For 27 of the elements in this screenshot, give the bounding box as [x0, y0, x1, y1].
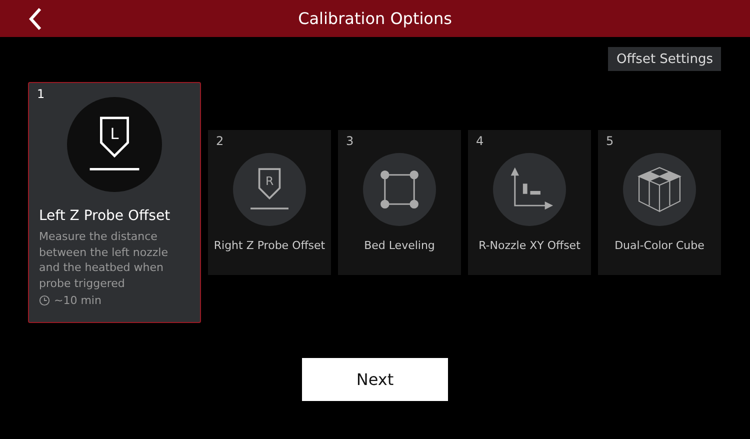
option-title: Left Z Probe Offset: [39, 208, 170, 224]
back-icon[interactable]: [28, 7, 42, 31]
screen-title: Calibration Options: [298, 9, 452, 28]
card-number: 3: [346, 134, 354, 148]
option-title: Right Z Probe Offset: [214, 239, 326, 252]
duration-text: ~10 min: [54, 294, 102, 307]
option-title: R-Nozzle XY Offset: [478, 239, 580, 252]
axes-icon: [493, 153, 566, 226]
option-card[interactable]: 3 Bed Leveling: [338, 130, 461, 275]
square-points-icon: [363, 153, 436, 226]
option-card[interactable]: 5 Dual-Color Cube: [598, 130, 721, 275]
card-number: 5: [606, 134, 614, 148]
option-card[interactable]: 1 L Left Z Probe Offset Measure the distance between the left nozzle and the heatbed when probe triggered ~10 min: [28, 82, 201, 323]
nozzle-icon: R: [233, 153, 306, 226]
option-card[interactable]: 2 R Right Z Probe Offset: [208, 130, 331, 275]
next-button[interactable]: Next: [302, 358, 448, 401]
card-number: 4: [476, 134, 484, 148]
offset-settings-button[interactable]: Offset Settings: [608, 47, 721, 71]
card-number: 1: [37, 87, 45, 101]
option-title: Bed Leveling: [364, 239, 435, 252]
clock-icon: [39, 295, 50, 306]
cube-icon: [623, 153, 696, 226]
option-card[interactable]: 4 R-Nozzle XY Offset: [468, 130, 591, 275]
card-number: 2: [216, 134, 224, 148]
option-title: Dual-Color Cube: [614, 239, 704, 252]
option-description: Measure the distance between the left nozzle and the heatbed when probe triggered: [39, 229, 169, 291]
nozzle-icon: L: [67, 97, 162, 192]
